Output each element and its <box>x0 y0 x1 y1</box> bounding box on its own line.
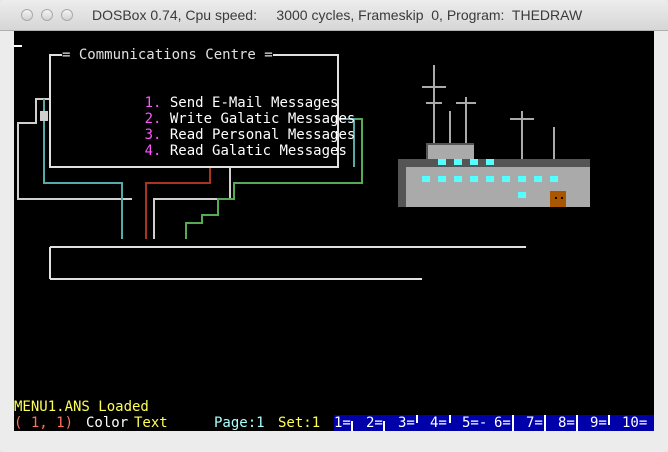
title-bar: DOSBox 0.74, Cpu speed: 3000 cycles, Fra… <box>0 0 668 31</box>
fkey-glyph <box>576 415 578 431</box>
fkey-glyph <box>449 415 451 423</box>
fkey-9[interactable]: 9= <box>590 415 607 431</box>
fkey-glyph <box>608 415 610 425</box>
fkey-5[interactable]: 5=- <box>462 415 487 431</box>
mode-value: Text <box>134 415 168 431</box>
fkey-10[interactable]: 10= <box>622 415 647 431</box>
fkey-glyph <box>351 421 353 431</box>
minimize-window-button[interactable] <box>41 9 53 21</box>
fkey-7[interactable]: 7= <box>526 415 543 431</box>
fkey-glyph <box>416 415 418 423</box>
window-title: DOSBox 0.74, Cpu speed: 3000 cycles, Fra… <box>92 7 583 23</box>
menu-item-label: Read Galatic Messages <box>169 143 347 159</box>
zoom-window-button[interactable] <box>61 9 73 21</box>
dosbox-window: DOSBox 0.74, Cpu speed: 3000 cycles, Fra… <box>0 0 668 452</box>
ship-door-knob <box>555 197 557 199</box>
ship-door-knob <box>561 197 563 199</box>
fkey-glyph <box>544 415 546 431</box>
close-window-button[interactable] <box>21 9 33 21</box>
fkey-6[interactable]: 6= <box>494 415 511 431</box>
fkey-glyph <box>512 415 514 431</box>
menu-item-read-galatic[interactable]: 4. Read Galatic Messages <box>94 127 347 175</box>
set-indicator: Set:1 <box>278 415 321 431</box>
ship-door <box>550 191 566 207</box>
text-cursor <box>14 45 22 47</box>
color-label: Color <box>86 415 129 431</box>
fkey-4[interactable]: 4= <box>430 415 447 431</box>
fkey-glyph <box>383 421 385 431</box>
window-bottom-edge <box>0 431 668 452</box>
status-message: MENU1.ANS Loaded <box>14 399 149 415</box>
dos-screen[interactable]: = Communications Centre = 1. Send E-Mail… <box>14 31 654 431</box>
menu-item-number: 4. <box>144 143 162 159</box>
comm-box-title: = Communications Centre = <box>62 47 273 63</box>
fkey-2[interactable]: 2= <box>366 415 383 431</box>
fkey-1[interactable]: 1= <box>334 415 351 431</box>
cursor-position: ( 1, 1) <box>14 415 74 431</box>
fkey-8[interactable]: 8= <box>558 415 575 431</box>
page-indicator: Page:1 <box>214 415 265 431</box>
function-key-bar: 1= 2= 3= 4= 5=- 6= 7= 8= 9= 10= <box>334 415 654 431</box>
line-red <box>145 167 211 239</box>
ship-bridge <box>428 145 474 159</box>
line-node-left <box>40 111 48 121</box>
fkey-3[interactable]: 3= <box>398 415 415 431</box>
